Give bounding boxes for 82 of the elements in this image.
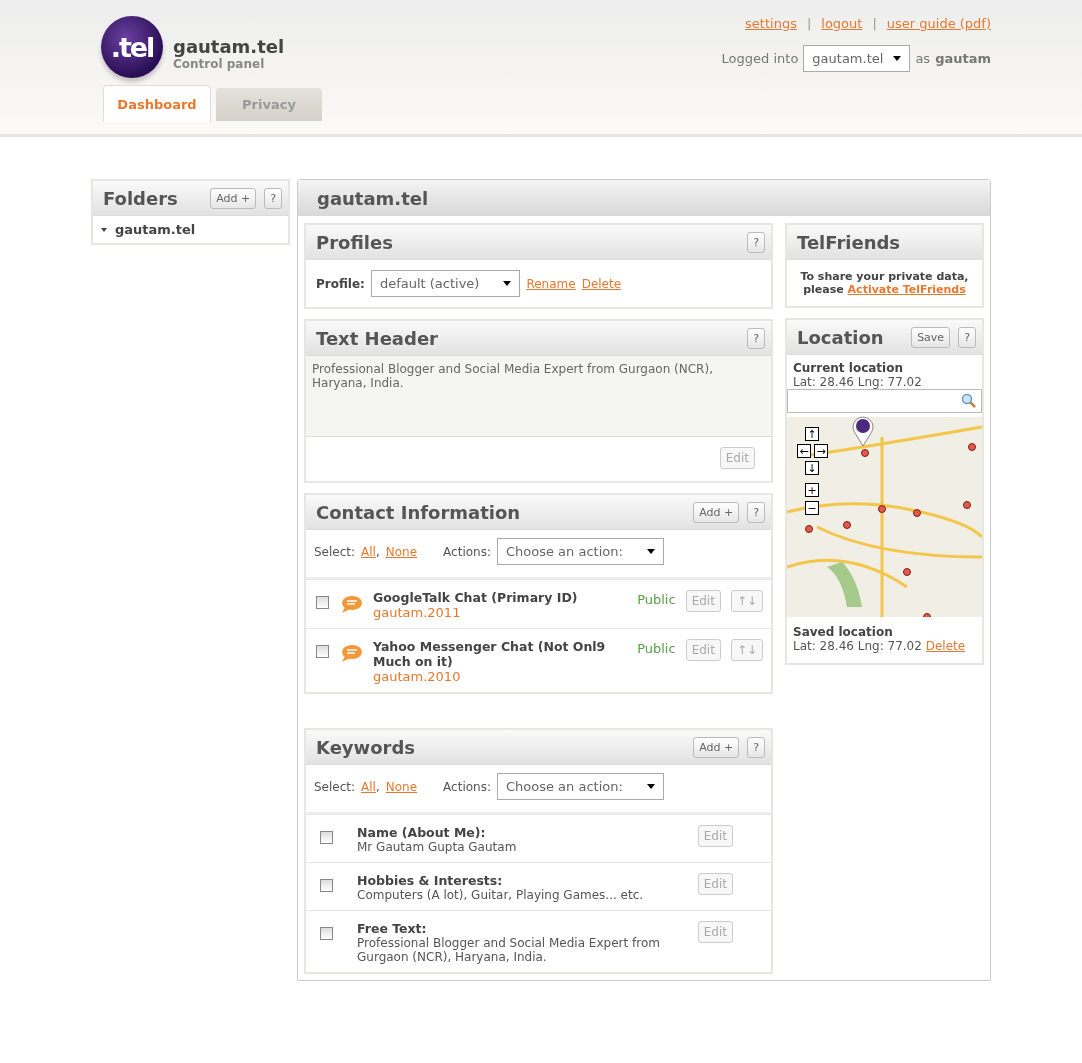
map-pin-icon xyxy=(851,415,875,447)
help-button[interactable]: ? xyxy=(747,736,765,758)
keyword-title: Hobbies & Interests: xyxy=(357,873,504,888)
delete-link[interactable]: Delete xyxy=(925,639,966,653)
activate-telfriends-link[interactable]: Activate TelFriends xyxy=(847,283,966,296)
separator: , xyxy=(375,544,380,559)
as-label: as xyxy=(915,51,931,66)
separator: | xyxy=(872,16,877,31)
visibility-label: Public xyxy=(637,641,676,656)
panel-title: Location xyxy=(797,326,885,348)
logged-into-label: Logged into xyxy=(721,51,799,66)
main-title: gautam.tel xyxy=(298,180,990,216)
keyword-value: Professional Blogger and Social Media Expert from Gurgaon (NCR), Haryana, India. xyxy=(357,936,661,964)
checkbox[interactable] xyxy=(320,927,333,940)
keyword-value: Mr Gautam Gupta Gautam xyxy=(357,840,518,854)
saved-coordinates: Lat: 28.46 Lng: 77.02 xyxy=(793,639,922,653)
profile-link[interactable]: Rename xyxy=(526,276,576,291)
contact-value: gautam.2011 xyxy=(373,605,462,620)
search-icon[interactable] xyxy=(961,393,977,409)
select-none-link[interactable]: None xyxy=(385,544,418,559)
checkbox[interactable] xyxy=(320,831,333,844)
panel-title: Folders xyxy=(103,187,179,209)
separator: , xyxy=(375,779,380,794)
map-control-button[interactable]: − xyxy=(805,501,819,515)
chat-bubble-icon xyxy=(339,643,363,663)
checkbox[interactable] xyxy=(320,879,333,892)
site-subtitle: Control panel xyxy=(173,57,266,71)
keyword-value: Computers (A lot), Guitar, Playing Games... etc. xyxy=(357,888,645,902)
location-search-field[interactable] xyxy=(787,389,982,413)
select-label: Select: xyxy=(314,544,356,559)
select-all-link[interactable]: All xyxy=(361,544,376,559)
map-control-button[interactable]: ← xyxy=(797,444,811,458)
actions-dropdown[interactable]: Choose an action: xyxy=(497,538,664,565)
map-control-button[interactable]: ↑ xyxy=(805,427,819,441)
telfriends-text: To share your private data, please Activate TelFriends xyxy=(799,269,970,298)
tel-logo: .tel xyxy=(101,16,163,78)
actions-dropdown[interactable]: Choose an action: xyxy=(497,773,664,800)
map-drawing[interactable] xyxy=(787,417,982,617)
panel-title: TelFriends xyxy=(797,231,902,253)
panel-title: Contact Information xyxy=(316,501,522,523)
contact-title: Yahoo Messenger Chat (Not Onl9 Much on it) xyxy=(373,639,607,669)
map-control-button[interactable]: → xyxy=(814,444,828,458)
username: gautam xyxy=(935,51,991,66)
checkbox[interactable] xyxy=(316,645,329,658)
help-button[interactable]: ? xyxy=(747,327,765,349)
profile-label: Profile: xyxy=(316,276,365,291)
save-button[interactable]: Save xyxy=(911,326,951,348)
map-control-button[interactable]: + xyxy=(805,483,819,497)
account-dropdown[interactable]: gautam.tel xyxy=(803,45,911,72)
keyword-title: Free Text: xyxy=(357,921,428,936)
chat-bubble-icon xyxy=(339,594,363,614)
checkbox[interactable] xyxy=(316,596,329,609)
folder-item[interactable]: gautam.tel xyxy=(93,216,288,243)
select-none-link[interactable]: None xyxy=(385,779,418,794)
contact-title: GoogleTalk Chat (Primary ID) xyxy=(373,590,579,605)
help-button[interactable]: ? xyxy=(958,326,976,348)
actions-label: Actions: xyxy=(443,779,491,794)
site-title: gautam.tel xyxy=(173,37,285,57)
panel-title: Text Header xyxy=(316,327,439,349)
contact-value: gautam.2010 xyxy=(373,669,462,684)
map-control-button[interactable]: ↓ xyxy=(805,461,819,475)
keyword-title: Name (About Me): xyxy=(357,825,487,840)
profile-link[interactable]: Delete xyxy=(581,276,622,291)
panel-title: Profiles xyxy=(316,231,394,253)
separator: | xyxy=(806,16,812,31)
tab[interactable]: Dashboard xyxy=(103,85,211,122)
add-button[interactable]: Add + xyxy=(210,187,257,209)
select-label: Select: xyxy=(314,779,356,794)
text-header-text: Professional Blogger and Social Media Expert from Gurgaon (NCR), Haryana, India. xyxy=(306,356,771,437)
current-location-label: Current location xyxy=(792,361,904,375)
profile-dropdown[interactable]: default (active) xyxy=(370,270,521,297)
panel-title: Keywords xyxy=(316,736,417,758)
select-all-link[interactable]: All xyxy=(361,779,376,794)
add-button[interactable]: Add + xyxy=(693,501,740,523)
add-button[interactable]: Add + xyxy=(693,736,740,758)
help-button[interactable]: ? xyxy=(747,231,765,253)
help-button[interactable]: ? xyxy=(747,501,765,523)
actions-label: Actions: xyxy=(443,544,491,559)
current-coordinates: Lat: 28.46 Lng: 77.02 xyxy=(792,375,923,389)
help-button[interactable]: ? xyxy=(264,187,282,209)
visibility-label: Public xyxy=(637,592,676,607)
saved-location-label: Saved location xyxy=(793,625,894,639)
